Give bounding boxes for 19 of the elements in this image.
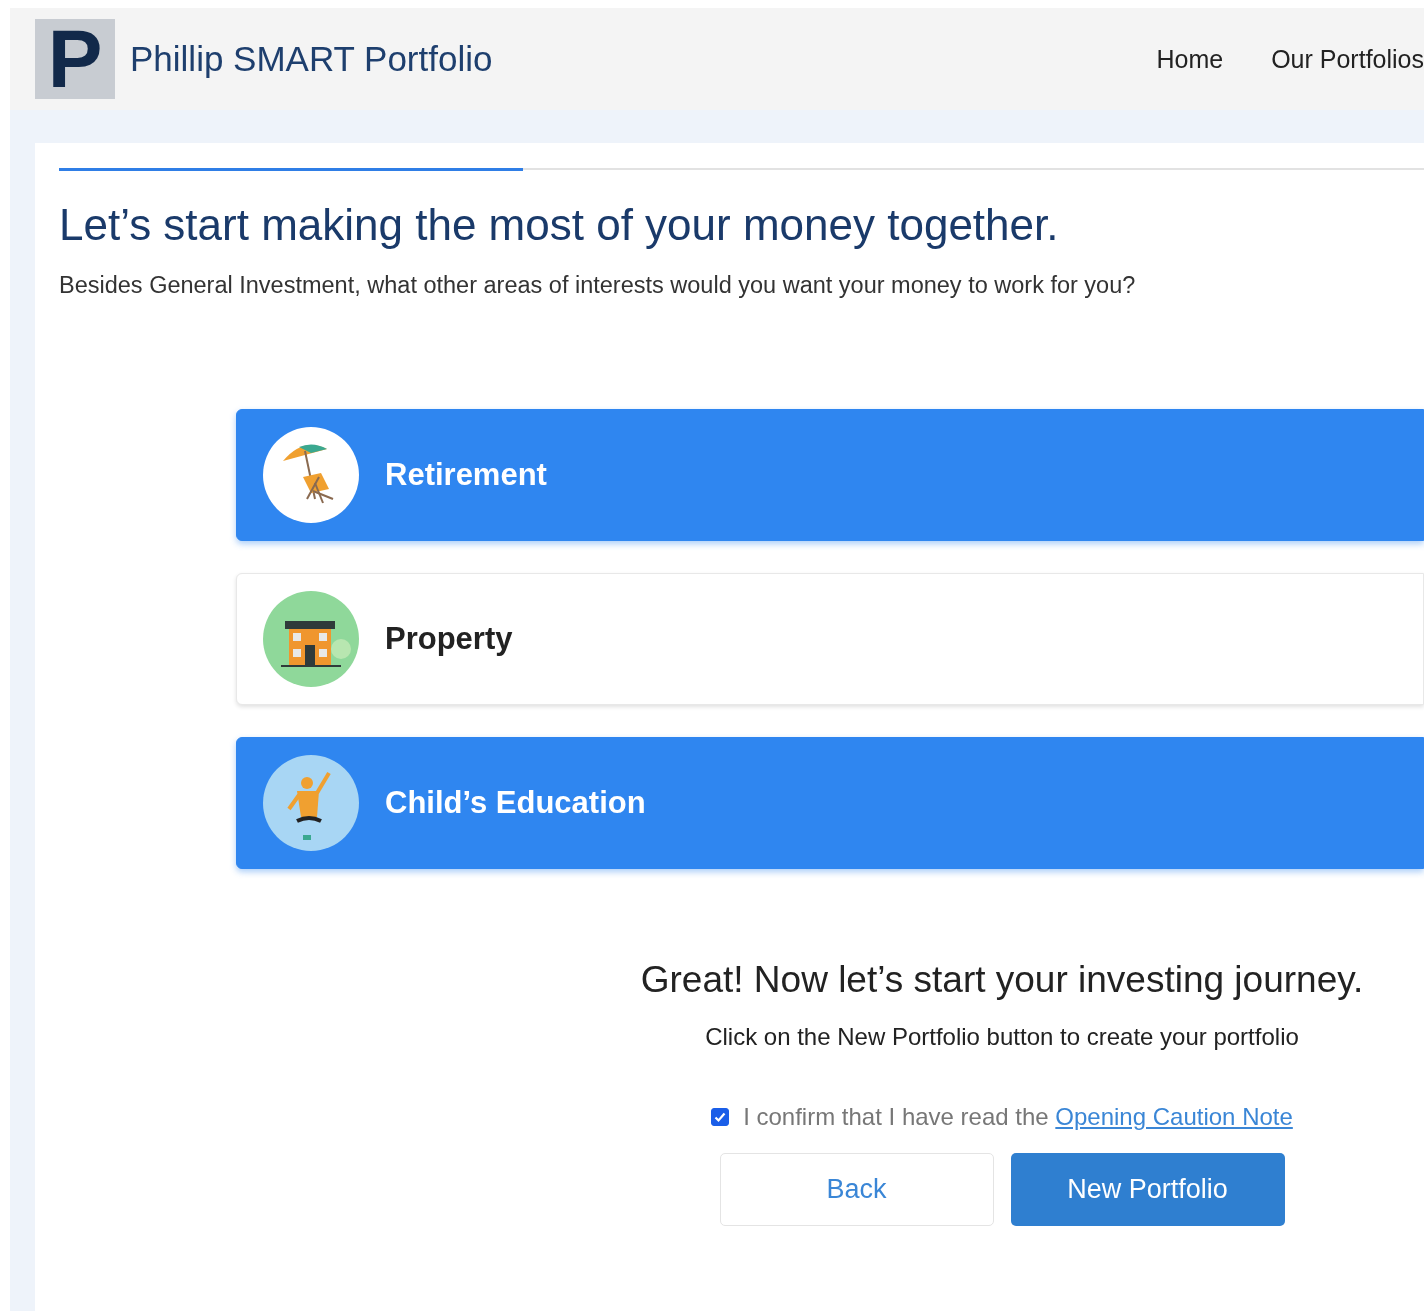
nav-link[interactable]: Home: [1156, 44, 1224, 74]
graduate-icon: [263, 755, 359, 851]
confirm-checkbox[interactable]: [711, 1108, 730, 1126]
confirm-text: I confirm that I have read the Opening Caution Note: [743, 1103, 1293, 1131]
caution-note-link[interactable]: Opening Caution Note: [1055, 1103, 1293, 1130]
page-title: Let’s start making the most of your money together.: [59, 200, 1060, 250]
beach-chair-icon: [263, 427, 359, 523]
house-icon: [263, 591, 359, 687]
interest-option[interactable]: Retirement: [236, 409, 1424, 541]
closing-note: Click on the New Portfolio button to create your portfolio: [705, 1023, 1299, 1051]
closing-heading: Great! Now let’s start your investing journey.: [640, 959, 1364, 1001]
interest-option[interactable]: Child’s Education: [236, 737, 1424, 869]
interest-option[interactable]: Property: [236, 573, 1424, 705]
nav-link[interactable]: Our Portfolios: [1271, 44, 1424, 74]
brand-name: Phillip SMART Portfolio: [130, 39, 493, 79]
page-subtitle: Besides General Investment, what other areas of interests would you want your money to work for you?: [59, 272, 1137, 299]
back-button[interactable]: Back: [719, 1153, 994, 1226]
new-portfolio-button[interactable]: New Portfolio: [1010, 1153, 1285, 1226]
logo-icon: P: [35, 19, 115, 99]
